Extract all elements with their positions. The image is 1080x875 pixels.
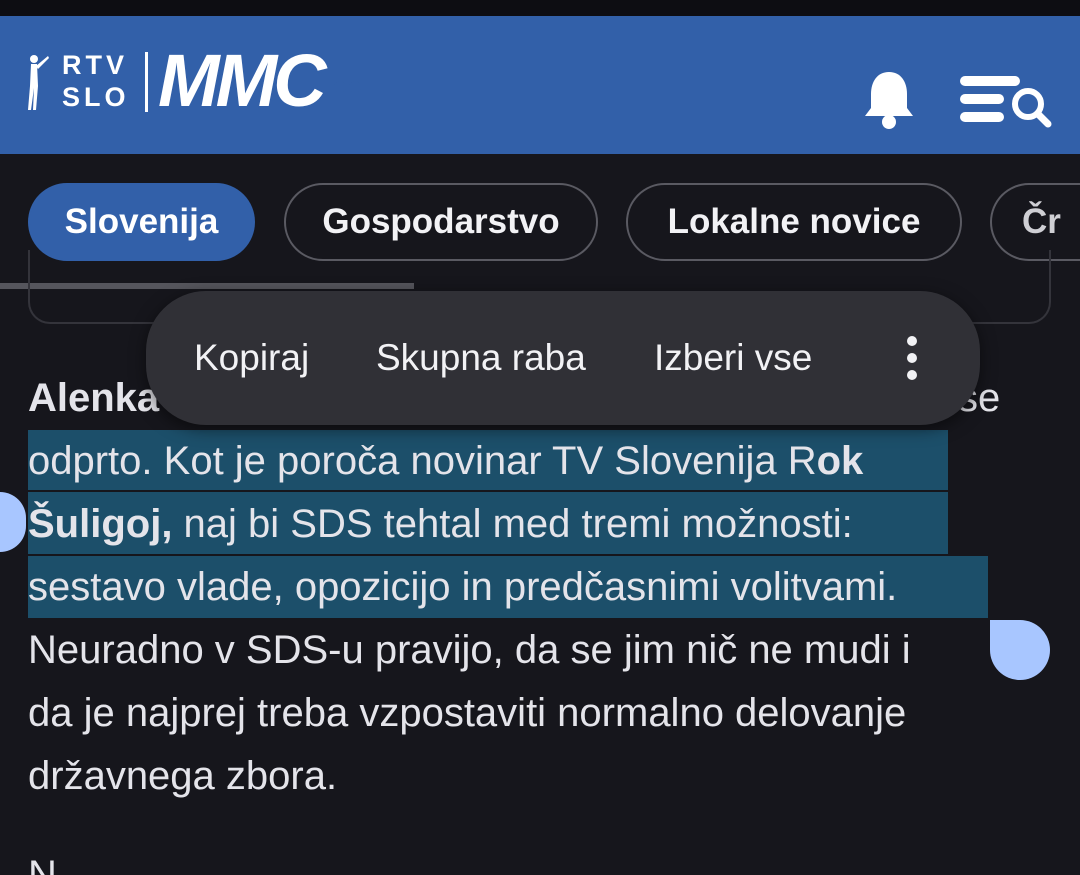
text-span: odprto. Kot je poroča novinar TV Sloveni… [28,439,817,483]
logo-dots-icon [334,81,361,93]
reporter-name-part: ok [816,439,864,483]
bell-icon[interactable] [862,68,916,130]
selection-handle-start[interactable] [0,492,26,552]
tab-label: Čr [1022,202,1061,241]
article-line: Neuradno v SDS-u pravijo, da se jim nič … [28,628,911,672]
logo-mmc-text[interactable]: MMC [158,44,327,118]
trumpeter-logo-icon [28,55,49,110]
select-all-button[interactable]: Izberi vse [654,335,812,381]
article-line: odprto. Kot je poroča novinar TV Sloveni… [28,436,863,486]
article-line: Alenka [28,373,159,423]
article-line: sestavo vlade, opozicijo in predčasnimi … [28,565,898,609]
author-name: Alenka [28,376,160,420]
article-line: državnega zbora. [28,754,338,798]
logo-divider [145,52,148,112]
article-line: da je najprej treba vzpostaviti normalno… [28,691,907,735]
text-span: naj bi SDS tehtal med tremi možnosti: [172,502,853,546]
article-line: Šuligoj, naj bi SDS tehtal med tremi mož… [28,499,853,549]
logo-slo-text: SLO [62,82,130,112]
more-vertical-icon[interactable] [898,335,926,381]
article-line-cut: N [28,853,57,875]
site-header: RTV SLO MMC [0,16,1080,154]
status-bar [0,0,1080,16]
selection-handle-end[interactable] [990,620,1050,680]
share-button[interactable]: Skupna raba [376,335,586,381]
text-selection-menu: Kopiraj Skupna raba Izberi vse [146,291,980,425]
copy-button[interactable]: Kopiraj [194,335,309,381]
reporter-surname: Šuligoj, [28,502,173,546]
menu-search-icon[interactable] [958,72,1052,128]
logo-rtv-text: RTV [62,50,128,80]
